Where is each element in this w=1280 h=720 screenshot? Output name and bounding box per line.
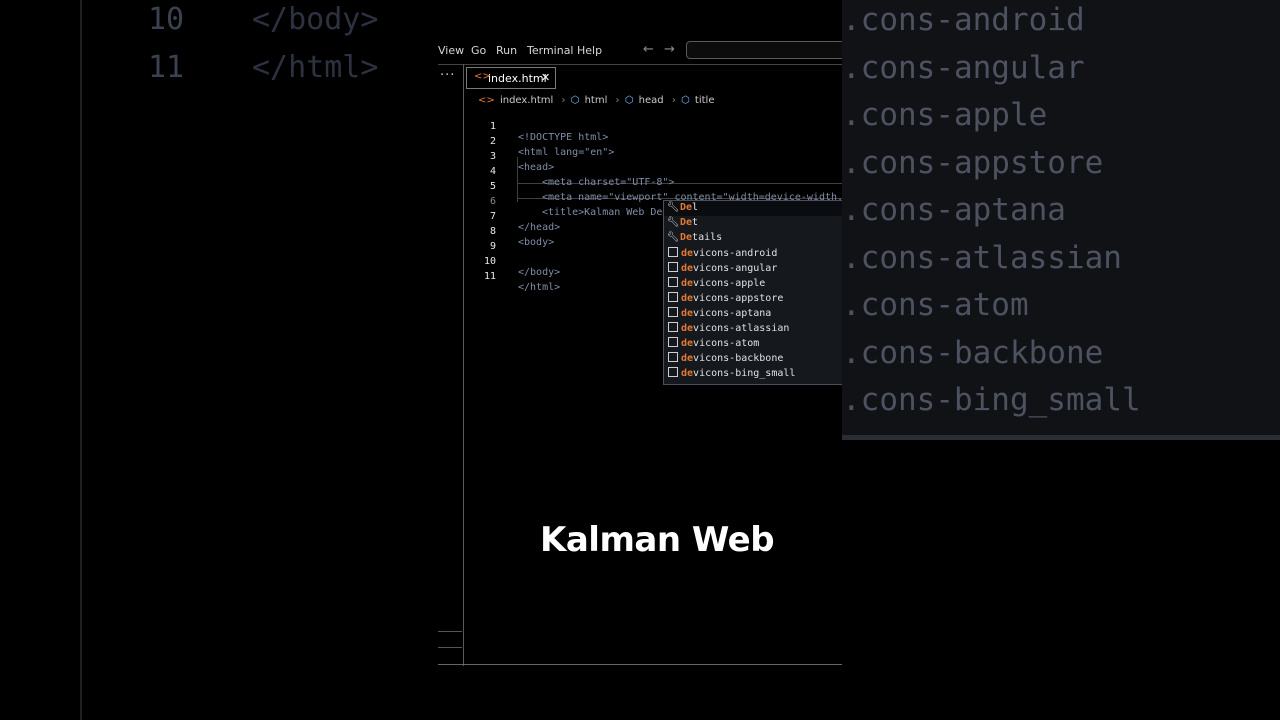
element-icon: ⬡: [681, 95, 690, 106]
text-icon: [668, 337, 678, 347]
breadcrumb: <> index.html › ⬡ html › ⬡ head › ⬡ titl…: [478, 95, 716, 109]
code-line[interactable]: 7 </head>: [464, 200, 560, 233]
close-icon[interactable]: ✕: [541, 71, 550, 84]
video-caption: Kalman Web: [540, 520, 775, 560]
line-number: 11: [484, 271, 497, 282]
text-icon: [668, 292, 678, 302]
text-icon: [668, 367, 678, 377]
code-text: </body>: [518, 267, 561, 278]
background-zoom-right: .cons-android .cons-angular .cons-apple …: [842, 0, 1280, 440]
wrench-icon: 🔧︎: [666, 232, 680, 243]
suggestion-item[interactable]: 🔧︎Det: [666, 217, 698, 232]
background-code-line: 11 </html>: [148, 50, 379, 85]
tab-index-html[interactable]: <> index.html ✕: [466, 67, 556, 89]
background-suggestion: .cons-angular: [842, 50, 1085, 86]
suggestion-item[interactable]: devicons-appstore: [666, 292, 783, 307]
code-text: <meta charset="UTF-8">: [542, 177, 675, 188]
background-code-line: 10 </body>: [148, 2, 379, 37]
wrench-icon: 🔧︎: [666, 202, 680, 213]
code-line[interactable]: 10 </body>: [464, 245, 560, 278]
element-icon: ⬡: [624, 95, 634, 106]
menu-view[interactable]: View: [438, 44, 464, 57]
command-center-search[interactable]: [686, 41, 842, 59]
background-zoom-left: 10 </body> 11 </html>: [0, 0, 438, 720]
background-gutter-line: [80, 0, 82, 720]
text-icon: [668, 277, 678, 287]
menu-bar: View Go Run Terminal Help ← →: [438, 38, 842, 64]
chevron-right-icon: ›: [615, 95, 620, 106]
code-text: <!DOCTYPE html>: [518, 132, 609, 143]
forward-arrow-icon[interactable]: →: [664, 42, 675, 57]
background-suggestion: .cons-appstore: [842, 145, 1104, 181]
code-line[interactable]: 3 <head>: [464, 140, 554, 173]
code-text: <body>: [518, 237, 555, 248]
suggestion-widget: 🔧︎Del 🔧︎Det 🔧︎Details devicons-android d…: [663, 200, 842, 385]
code-line[interactable]: 5 <meta name="viewport" content="width=d…: [464, 170, 842, 203]
code-line[interactable]: 11 </html>: [464, 260, 560, 293]
code-line[interactable]: 9: [464, 230, 496, 252]
code-line[interactable]: 1 <!DOCTYPE html>: [464, 110, 608, 143]
background-suggestion: .cons-atom: [842, 287, 1029, 323]
suggestion-item[interactable]: 🔧︎Details: [666, 232, 723, 247]
code-line[interactable]: 2 <html lang="en">: [464, 125, 614, 158]
menu-help[interactable]: Help: [577, 44, 602, 57]
breadcrumb-item-title[interactable]: title: [695, 95, 715, 106]
tab-label: index.html: [488, 72, 547, 85]
title-bar-divider: [438, 64, 842, 65]
code-line[interactable]: 8 <body>: [464, 215, 554, 248]
back-arrow-icon[interactable]: ←: [643, 42, 654, 57]
code-editor-window: View Go Run Terminal Help ← → ··· <> ind…: [438, 0, 842, 666]
background-border: [842, 435, 1280, 440]
more-icon[interactable]: ···: [440, 68, 455, 83]
code-text: <head>: [518, 162, 555, 173]
suggestion-item[interactable]: devicons-atom: [666, 337, 759, 352]
suggestion-item[interactable]: devicons-aptana: [666, 307, 771, 322]
chevron-right-icon: ›: [561, 95, 566, 106]
element-icon: ⬡: [570, 95, 580, 106]
suggestion-item[interactable]: devicons-angular: [666, 262, 777, 277]
code-line[interactable]: 4 <meta charset="UTF-8">: [464, 155, 674, 188]
suggestion-item[interactable]: devicons-android: [666, 247, 777, 262]
code-text: <html lang="en">: [518, 147, 615, 158]
suggestion-item[interactable]: 🔧︎Del: [666, 202, 698, 217]
text-icon: [668, 352, 678, 362]
menu-go[interactable]: Go: [471, 44, 486, 57]
chevron-right-icon: ›: [671, 95, 676, 106]
breadcrumb-file[interactable]: index.html: [500, 95, 553, 106]
code-line-active[interactable]: 6 <title>Kalman Web De</title>: [464, 185, 711, 218]
text-icon: [668, 322, 678, 332]
text-icon: [668, 307, 678, 317]
wrench-icon: 🔧︎: [666, 217, 680, 228]
html-file-icon: <>: [478, 95, 495, 106]
text-icon: [668, 262, 678, 272]
editor-bottom-border: [438, 664, 842, 665]
code-text: </html>: [518, 282, 561, 293]
menu-run[interactable]: Run: [496, 44, 517, 57]
menu-terminal[interactable]: Terminal: [527, 44, 574, 57]
background-suggestion: .cons-atlassian: [842, 240, 1122, 276]
activity-divider: [438, 647, 462, 648]
background-suggestion: .cons-android: [842, 2, 1085, 38]
code-text: </head>: [518, 222, 561, 233]
activity-bar: ···: [438, 64, 464, 666]
background-suggestion: .cons-bing_small: [842, 382, 1141, 418]
suggestion-item[interactable]: devicons-apple: [666, 277, 765, 292]
suggestion-item[interactable]: devicons-bing_small: [666, 367, 795, 382]
background-suggestion: .cons-aptana: [842, 192, 1066, 228]
suggestion-item[interactable]: devicons-atlassian: [666, 322, 789, 337]
text-icon: [668, 247, 678, 257]
background-suggestion: .cons-backbone: [842, 335, 1104, 371]
background-suggestion: .cons-apple: [842, 97, 1048, 133]
suggestion-item[interactable]: devicons-backbone: [666, 352, 783, 367]
breadcrumb-item-html[interactable]: html: [585, 95, 608, 106]
activity-divider: [438, 631, 462, 632]
breadcrumb-item-head[interactable]: head: [639, 95, 664, 106]
